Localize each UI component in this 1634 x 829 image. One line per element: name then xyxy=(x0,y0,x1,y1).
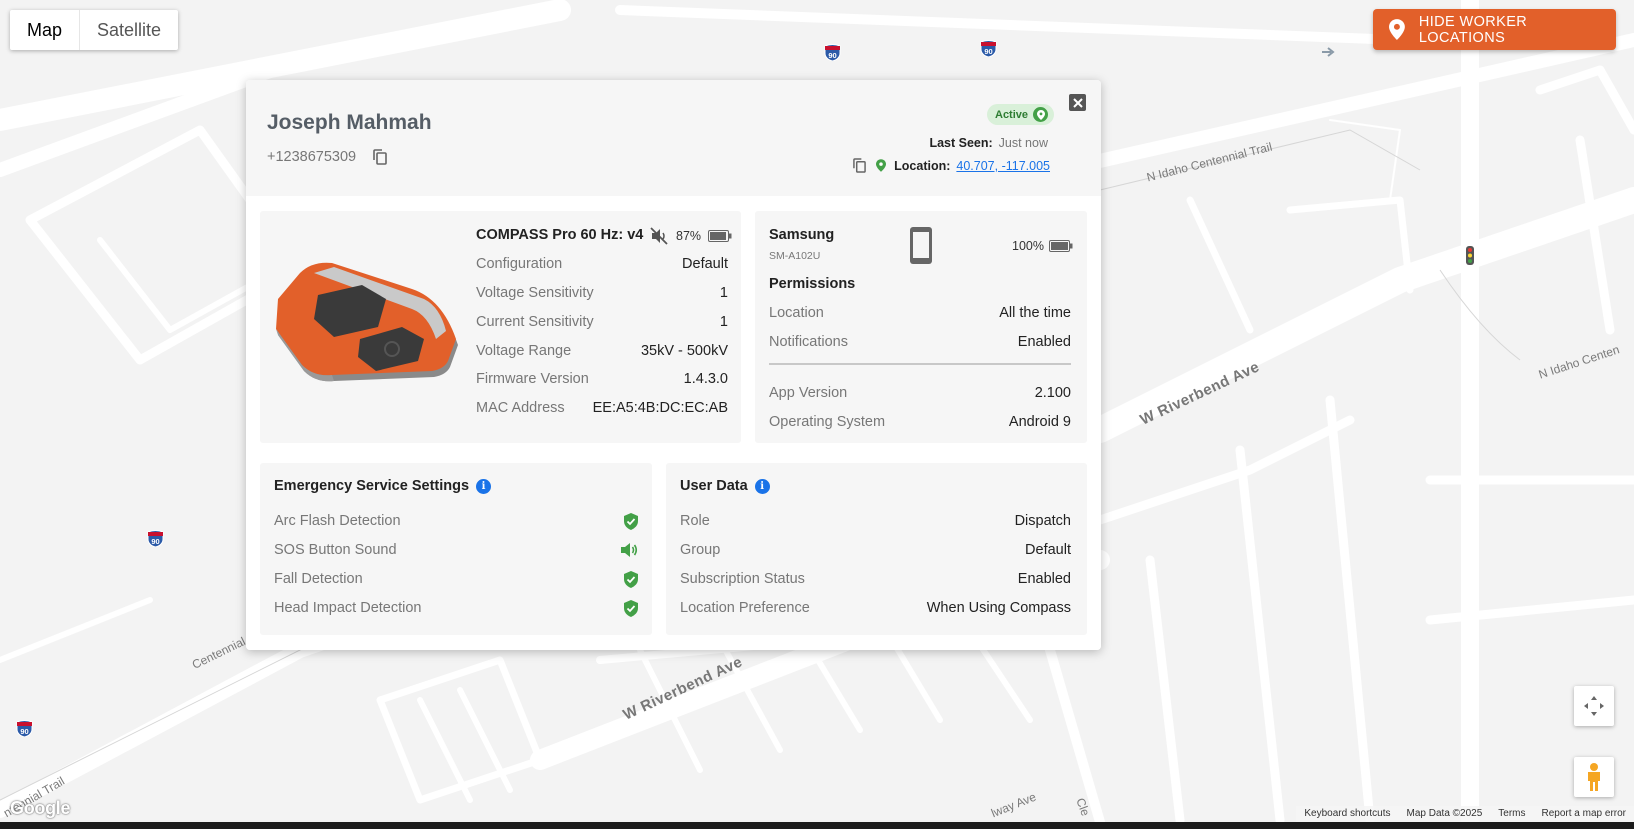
location-pin-icon xyxy=(876,159,887,172)
map-attribution: Keyboard shortcuts Map Data ©2025 Terms … xyxy=(1296,806,1634,822)
battery-icon xyxy=(1049,240,1073,252)
active-pin-icon xyxy=(1033,107,1049,122)
compass-device-image xyxy=(276,262,458,382)
map-pin-icon xyxy=(1389,19,1405,40)
terms-link[interactable]: Terms xyxy=(1490,806,1533,822)
emergency-row-arc-flash: Arc Flash Detection xyxy=(274,513,638,530)
compass-row-voltage-range: Voltage Range 35kV - 500kV xyxy=(476,343,728,359)
interstate-90-shield-icon: 90 xyxy=(16,720,33,737)
phone-row-operating-system: Operating System Android 9 xyxy=(769,414,1071,430)
shield-check-icon xyxy=(624,600,638,617)
status-badge-label: Active xyxy=(995,108,1029,121)
compass-row-mac-address: MAC Address EE:A5:4B:DC:EC:AB xyxy=(476,400,728,416)
hide-worker-locations-button[interactable]: HIDE WORKER LOCATIONS xyxy=(1373,9,1616,50)
permission-row-notifications: Notifications Enabled xyxy=(769,334,1071,350)
phone-divider xyxy=(769,363,1071,365)
compass-row-voltage-sensitivity: Voltage Sensitivity 1 xyxy=(476,285,728,301)
close-icon xyxy=(1072,97,1083,108)
compass-battery-pct: 87% xyxy=(676,229,702,243)
phone-battery-pct: 100% xyxy=(1012,239,1044,253)
phone-device-panel: Samsung SM-A102U 100% Permissions Locati… xyxy=(755,211,1087,443)
report-map-error-link[interactable]: Report a map error xyxy=(1534,806,1634,822)
compass-row-configuration: Configuration Default xyxy=(476,256,728,272)
permissions-title: Permissions xyxy=(769,276,856,292)
interstate-90-shield-icon: 90 xyxy=(147,530,164,547)
user-data-panel: User Data i Role Dispatch Group Default Sub… xyxy=(666,463,1087,635)
status-badge: Active xyxy=(987,104,1055,125)
worker-name: Joseph Mahmah xyxy=(267,111,432,134)
worker-info-card: Joseph Mahmah +1238675309 Active Last Se… xyxy=(246,80,1101,650)
location-row: Location: 40.707, -117.005 xyxy=(853,158,1050,173)
user-row-group: Group Default xyxy=(680,542,1071,558)
svg-text:90: 90 xyxy=(984,47,992,56)
compass-device-panel: COMPASS Pro 60 Hz: v4 87% Configuration D… xyxy=(260,211,741,443)
interstate-90-shield-icon: 90 xyxy=(980,40,997,57)
phone-brand: Samsung xyxy=(769,227,835,243)
muted-speaker-icon xyxy=(650,227,668,245)
location-label: Location: xyxy=(894,158,951,173)
worker-card-header: Joseph Mahmah +1238675309 Active Last Se… xyxy=(246,80,1101,196)
map-data-text: Map Data ©2025 xyxy=(1406,808,1483,819)
emergency-row-fall-detection: Fall Detection xyxy=(274,571,638,588)
battery-icon xyxy=(708,230,732,242)
location-coordinates-link[interactable]: 40.707, -117.005 xyxy=(956,159,1050,173)
shield-check-icon xyxy=(624,513,638,530)
user-row-subscription-status: Subscription Status Enabled xyxy=(680,571,1071,587)
permission-row-location: Location All the time xyxy=(769,305,1071,321)
emergency-settings-panel: Emergency Service Settings i Arc Flash De… xyxy=(260,463,652,635)
compass-row-firmware-version: Firmware Version 1.4.3.0 xyxy=(476,371,728,387)
map-type-map-button[interactable]: Map xyxy=(10,10,81,50)
last-seen-label: Last Seen: xyxy=(929,136,993,150)
one-way-arrow-icon xyxy=(1322,47,1335,57)
svg-text:90: 90 xyxy=(20,727,28,736)
compass-title-text: COMPASS Pro 60 Hz: v4 xyxy=(476,227,644,243)
worker-card-body: COMPASS Pro 60 Hz: v4 87% Configuration D… xyxy=(246,196,1101,650)
close-card-button[interactable] xyxy=(1069,94,1086,111)
info-icon[interactable]: i xyxy=(476,478,492,494)
bottom-strip xyxy=(0,822,1634,829)
last-seen: Last Seen: Just now xyxy=(929,136,1048,150)
last-seen-value: Just now xyxy=(998,136,1048,150)
user-data-title: User Data i xyxy=(680,478,770,494)
svg-text:90: 90 xyxy=(151,537,159,546)
fullscreen-button[interactable] xyxy=(1574,686,1614,726)
street-view-pegman-button[interactable] xyxy=(1574,757,1614,797)
emergency-row-sos-sound: SOS Button Sound xyxy=(274,542,638,558)
info-icon[interactable]: i xyxy=(754,478,770,494)
shield-check-icon xyxy=(624,571,638,588)
user-row-role: Role Dispatch xyxy=(680,513,1071,529)
keyboard-shortcuts-link[interactable]: Keyboard shortcuts xyxy=(1296,806,1398,822)
map-type-control: Map Satellite xyxy=(10,10,179,50)
svg-text:90: 90 xyxy=(828,51,836,60)
copy-location-icon[interactable] xyxy=(853,158,866,173)
user-row-location-preference: Location Preference When Using Compass xyxy=(680,600,1071,616)
copy-phone-icon[interactable] xyxy=(373,149,387,165)
interstate-90-shield-icon: 90 xyxy=(824,44,841,61)
worker-phone: +1238675309 xyxy=(267,149,357,165)
speaker-icon xyxy=(621,543,638,557)
compass-row-current-sensitivity: Current Sensitivity 1 xyxy=(476,314,728,330)
pegman-icon xyxy=(1588,763,1600,791)
google-logo: Google xyxy=(10,798,71,818)
map-type-satellite-button[interactable]: Satellite xyxy=(80,10,178,50)
traffic-light-icon xyxy=(1466,246,1474,265)
emergency-row-head-impact: Head Impact Detection xyxy=(274,600,638,617)
emergency-settings-title: Emergency Service Settings i xyxy=(274,478,492,494)
phone-row-app-version: App Version 2.100 xyxy=(769,385,1071,401)
hide-worker-locations-label: HIDE WORKER LOCATIONS xyxy=(1418,13,1528,46)
fullscreen-arrows-icon xyxy=(1584,696,1604,716)
compass-device-title: COMPASS Pro 60 Hz: v4 xyxy=(476,227,643,243)
smartphone-icon xyxy=(910,227,932,264)
phone-model: SM-A102U xyxy=(769,250,821,262)
